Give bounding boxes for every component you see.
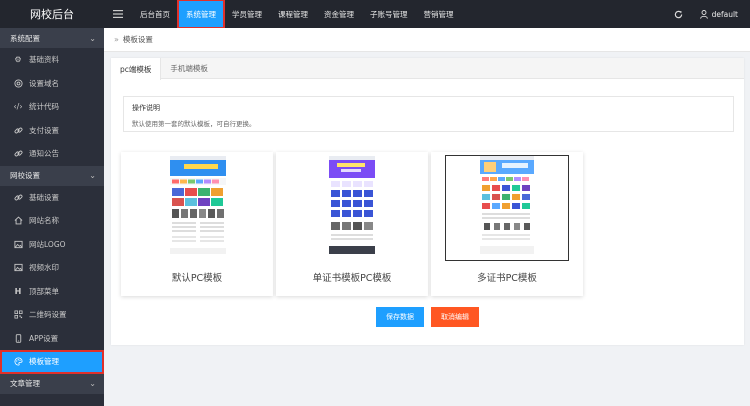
sidebar-group-articles[interactable]: 文章管理 ⌄ xyxy=(0,373,104,394)
sidebar-item-template-manage[interactable]: 模板管理 xyxy=(0,350,104,374)
gear-icon: ⚙ xyxy=(14,55,22,65)
template-thumbnail-single-cert xyxy=(293,156,411,260)
username: default xyxy=(711,9,738,19)
nav-home[interactable]: 后台首页 xyxy=(132,0,178,28)
sidebar-group-label: 系统配置 xyxy=(10,33,40,43)
sidebar-item-basic-settings[interactable]: 基础设置 xyxy=(0,186,104,210)
sidebar-group-school-settings[interactable]: 网校设置 ⌄ xyxy=(0,165,104,186)
sidebar-item-label: 顶部菜单 xyxy=(29,286,59,296)
cancel-button[interactable]: 取消编辑 xyxy=(431,307,479,327)
image-icon xyxy=(13,239,23,249)
qrcode-icon xyxy=(13,310,23,320)
sidebar-group-label: 网校设置 xyxy=(10,171,40,180)
template-list: 默认PC模板 单证书模板PC模板 多证书PC模板 xyxy=(121,152,583,296)
link-icon xyxy=(13,192,23,202)
sidebar-item-label: 统计代码 xyxy=(29,102,59,112)
home-icon xyxy=(13,216,23,226)
sidebar-item-app[interactable]: APP设置 xyxy=(0,327,104,351)
tab-mobile-template[interactable]: 手机端模板 xyxy=(161,58,217,78)
template-card-multi-cert[interactable]: 多证书PC模板 xyxy=(431,152,583,296)
sidebar-group-label: 文章管理 xyxy=(10,379,40,388)
sidebar-item-label: 网站LOGO xyxy=(29,239,66,249)
sidebar-item-label: 通知公告 xyxy=(29,149,59,159)
template-label: 单证书模板PC模板 xyxy=(312,273,392,284)
template-label: 默认PC模板 xyxy=(171,273,223,284)
sidebar-item-site-logo[interactable]: 网站LOGO xyxy=(0,233,104,257)
nav-subaccounts[interactable]: 子账号管理 xyxy=(362,0,416,28)
tab-bar: pc端模板 手机端模板 xyxy=(111,58,744,80)
nav-finance[interactable]: 资金管理 xyxy=(316,0,362,28)
sidebar-item-basic-info[interactable]: ⚙ 基础资料 xyxy=(0,48,104,72)
mobile-icon xyxy=(13,333,23,343)
template-thumbnail-default xyxy=(138,156,256,260)
instructions-box: 操作说明 默认使用第一套的默认模板，可自行更换。 xyxy=(123,96,734,132)
save-button[interactable]: 保存数据 xyxy=(376,307,424,327)
double-chevron-icon: » xyxy=(114,35,119,44)
sidebar-item-label: 网站名称 xyxy=(29,216,59,226)
sidebar-item-domain[interactable]: 设置域名 xyxy=(0,72,104,96)
link-icon xyxy=(13,149,23,159)
template-label: 多证书PC模板 xyxy=(477,273,537,284)
top-right-tools: default xyxy=(666,0,750,28)
header-icon: H xyxy=(14,286,22,296)
instructions-text: 默认使用第一套的默认模板，可自行更换。 xyxy=(132,120,256,128)
tab-pc-template[interactable]: pc端模板 xyxy=(111,58,162,80)
menu-toggle-icon[interactable] xyxy=(104,0,132,28)
sidebar-item-top-menu[interactable]: H 顶部菜单 xyxy=(0,280,104,304)
site-logo[interactable]: 网校后台 xyxy=(0,0,104,28)
template-card-default[interactable]: 默认PC模板 xyxy=(121,152,273,296)
nav-marketing[interactable]: 营销管理 xyxy=(416,0,462,28)
nav-students[interactable]: 学员管理 xyxy=(224,0,270,28)
template-panel: pc端模板 手机端模板 操作说明 默认使用第一套的默认模板，可自行更换。 默认P… xyxy=(111,58,744,345)
sidebar-item-qrcode[interactable]: 二维码设置 xyxy=(0,303,104,327)
sidebar-item-payment[interactable]: 支付设置 xyxy=(0,119,104,143)
sidebar-item-label: 视频水印 xyxy=(29,263,59,273)
top-bar: 网校后台 后台首页 系统管理 学员管理 课程管理 资金管理 子账号管理 营销管理… xyxy=(0,0,750,29)
sidebar-item-label: 支付设置 xyxy=(29,125,59,135)
link-icon xyxy=(13,125,23,135)
palette-icon xyxy=(13,357,23,367)
sidebar-group-system-config[interactable]: 系统配置 ⌄ xyxy=(0,28,104,48)
user-icon xyxy=(699,9,708,19)
sidebar-item-watermark[interactable]: 视频水印 xyxy=(0,256,104,280)
sidebar-item-stats-code[interactable]: ‹/› 统计代码 xyxy=(0,95,104,119)
nav-courses[interactable]: 课程管理 xyxy=(270,0,316,28)
chevron-down-icon: ⌄ xyxy=(89,171,96,180)
template-card-single-cert[interactable]: 单证书模板PC模板 xyxy=(276,152,428,296)
instructions-title: 操作说明 xyxy=(132,104,160,112)
image-icon xyxy=(13,263,23,273)
sidebar-item-label: 二维码设置 xyxy=(29,310,67,320)
action-buttons: 保存数据 取消编辑 xyxy=(111,307,744,327)
breadcrumb-current: 模板设置 xyxy=(122,35,153,44)
sidebar-item-label: 基础资料 xyxy=(29,55,59,65)
user-menu[interactable]: default xyxy=(692,0,750,28)
chevron-down-icon: ⌄ xyxy=(89,33,96,43)
chevron-down-icon: ⌄ xyxy=(89,379,96,388)
sidebar-item-notice[interactable]: 通知公告 xyxy=(0,142,104,166)
breadcrumb: » 模板设置 xyxy=(104,28,750,52)
sidebar-item-site-name[interactable]: 网站名称 xyxy=(0,209,104,233)
sidebar-item-label: APP设置 xyxy=(29,333,59,343)
globe-icon xyxy=(13,78,23,88)
sidebar-item-label: 模板管理 xyxy=(29,357,59,367)
sidebar-item-label: 基础设置 xyxy=(29,192,59,202)
top-nav: 后台首页 系统管理 学员管理 课程管理 资金管理 子账号管理 营销管理 xyxy=(132,0,462,29)
nav-system[interactable]: 系统管理 xyxy=(177,0,225,29)
code-icon: ‹/› xyxy=(13,102,23,112)
template-thumbnail-multi-cert xyxy=(445,155,569,261)
sidebar-item-label: 设置域名 xyxy=(29,78,59,88)
refresh-icon[interactable] xyxy=(666,0,692,28)
sidebar: 系统配置 ⌄ ⚙ 基础资料 设置域名 ‹/› 统计代码 支付设置 通知公告 网校设置… xyxy=(0,28,104,406)
